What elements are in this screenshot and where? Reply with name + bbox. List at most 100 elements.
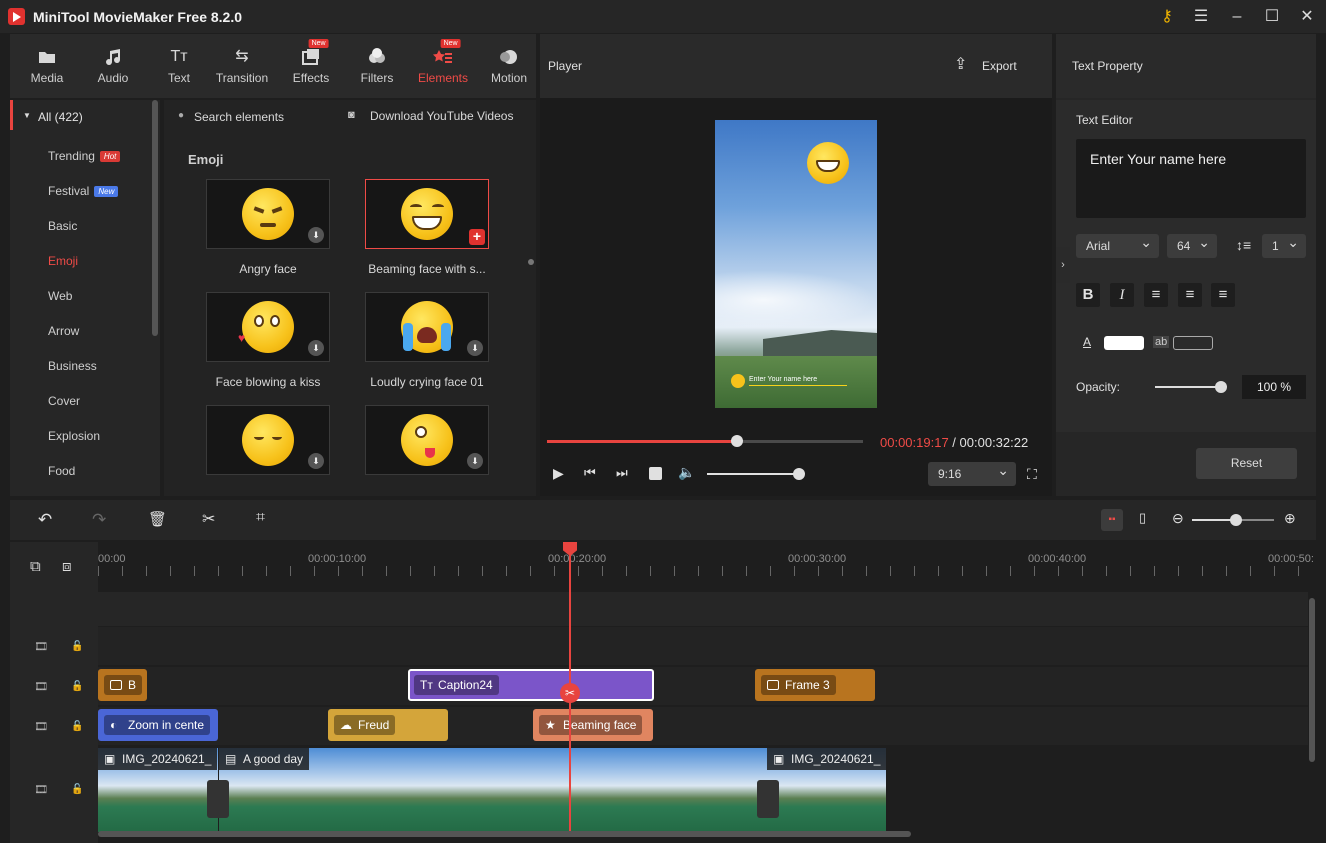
add-element-button[interactable]: + — [469, 229, 485, 245]
zoom-in-icon[interactable]: ⊕ — [1284, 510, 1296, 527]
category-arrow[interactable]: Arrow — [48, 324, 79, 338]
reset-button[interactable]: Reset — [1196, 448, 1297, 479]
volume-track[interactable] — [707, 468, 806, 480]
video-preview[interactable]: Enter Your name here — [715, 120, 877, 408]
clip-freud-filter[interactable]: ☁ Freud — [328, 709, 448, 741]
maximize-button[interactable]: ☐ — [1255, 4, 1289, 29]
play-icon[interactable]: ▶ — [553, 465, 564, 482]
timeline-horizontal-scrollbar[interactable] — [98, 831, 911, 837]
zoom-handle[interactable] — [1230, 514, 1242, 526]
transition-marker[interactable] — [207, 780, 229, 818]
download-icon[interactable]: ⬇ — [467, 453, 483, 469]
export-button[interactable]: Export — [982, 59, 1017, 73]
font-size-dropdown[interactable]: 64 — [1167, 230, 1217, 258]
video-clip[interactable]: ▤ A good day — [219, 748, 767, 832]
time-ruler[interactable]: 00:00 00:00:10:00 00:00:20:00 00:00:30:0… — [98, 542, 1316, 590]
fit-timeline-icon[interactable]: ▯ — [1139, 510, 1146, 526]
clip-zoom-in[interactable]: ◐ Zoom in cente — [98, 709, 218, 741]
track-lock-icon[interactable]: 🔓 — [71, 784, 83, 795]
menu-icon[interactable]: ☰ — [1184, 4, 1218, 29]
clip-beaming-face[interactable]: ★ Beaming face — [533, 709, 653, 741]
minimize-button[interactable]: – — [1220, 4, 1254, 29]
tab-filters[interactable]: Filters — [346, 34, 408, 98]
background-color-swatch[interactable] — [1173, 336, 1213, 350]
delete-icon[interactable]: 🗑 — [148, 510, 167, 528]
volume-icon[interactable]: 🔈 — [678, 464, 695, 481]
video-clip[interactable]: ▣ IMG_20240621_ — [98, 748, 218, 832]
element-tile-beaming-face[interactable]: + — [365, 179, 489, 249]
close-button[interactable]: ✕ — [1290, 4, 1324, 29]
track-lock-icon[interactable]: 🔓 — [71, 721, 83, 732]
category-all[interactable]: All (422) — [38, 110, 83, 124]
text-editor-input[interactable]: Enter Your name here — [1076, 139, 1306, 218]
sidebar-scrollbar[interactable] — [152, 100, 158, 336]
element-tile-face-blowing-kiss[interactable]: ♥ ⬇ — [206, 292, 330, 362]
category-explosion[interactable]: Explosion — [48, 429, 100, 443]
download-icon[interactable]: ⬇ — [308, 227, 324, 243]
category-trending[interactable]: Trending Hot — [48, 149, 121, 163]
download-icon[interactable]: ⬇ — [308, 453, 324, 469]
crop-icon[interactable]: ⌗ — [256, 509, 265, 527]
beaming-face-overlay-icon[interactable] — [807, 142, 849, 184]
track-lock-icon[interactable]: 🔓 — [71, 681, 83, 692]
search-input[interactable]: Search elements — [194, 110, 284, 124]
category-cover[interactable]: Cover — [48, 394, 80, 408]
tab-elements[interactable]: New Elements — [412, 34, 474, 98]
category-festival[interactable]: Festival New — [48, 184, 119, 198]
seek-handle[interactable] — [730, 435, 743, 447]
tab-media[interactable]: Media — [16, 34, 78, 98]
clip-frame-3[interactable]: Frame 3 — [755, 669, 875, 701]
bold-button[interactable]: B — [1076, 283, 1100, 307]
category-business[interactable]: Business — [48, 359, 97, 373]
opacity-value[interactable]: 100 % — [1242, 375, 1306, 399]
tab-text[interactable]: Tт Text — [148, 34, 210, 98]
split-scissors-icon[interactable]: ✂ — [560, 683, 580, 703]
video-clip[interactable]: ▣ IMG_20240621_ — [767, 748, 886, 832]
redo-icon[interactable]: ↷ — [92, 510, 106, 530]
opacity-handle[interactable] — [1215, 381, 1227, 393]
track-lock-icon[interactable]: 🔓 — [71, 641, 83, 652]
download-icon[interactable]: ⬇ — [308, 340, 324, 356]
key-icon[interactable]: ⚷ — [1150, 4, 1184, 29]
add-track-icon[interactable]: ⧉ — [30, 558, 41, 575]
opacity-slider[interactable] — [1155, 381, 1227, 393]
category-emoji[interactable]: Emoji — [48, 254, 78, 268]
clip-frame-b[interactable]: B — [98, 669, 147, 701]
element-tile-loudly-crying-face[interactable]: ⬇ — [365, 292, 489, 362]
category-basic[interactable]: Basic — [48, 219, 77, 233]
tab-effects[interactable]: New Effects — [280, 34, 342, 98]
tab-motion[interactable]: Motion — [478, 34, 540, 98]
caption-overlay-text[interactable]: Enter Your name here — [749, 376, 817, 383]
seek-track[interactable] — [547, 435, 863, 447]
tab-transition[interactable]: ⇆ Transition — [211, 34, 273, 98]
zoom-out-icon[interactable]: ⊖ — [1172, 510, 1184, 527]
element-tile-angry-face[interactable]: ⬇ — [206, 179, 330, 249]
transition-marker[interactable] — [757, 780, 779, 818]
align-left-button[interactable]: ≡ — [1144, 283, 1168, 307]
clip-caption24[interactable]: Tт Caption24 — [408, 669, 654, 701]
line-spacing-dropdown[interactable]: 1 — [1262, 230, 1306, 258]
element-tile-pleading-face[interactable]: ⬇ — [206, 405, 330, 475]
caret-down-icon[interactable]: ▼ — [23, 111, 31, 120]
timeline-vertical-scrollbar[interactable] — [1309, 598, 1315, 762]
category-web[interactable]: Web — [48, 289, 72, 303]
remove-track-icon[interactable]: ⧈ — [62, 558, 72, 575]
category-food[interactable]: Food — [48, 464, 75, 478]
align-center-button[interactable]: ≡ — [1178, 283, 1202, 307]
download-youtube-link[interactable]: Download YouTube Videos — [370, 109, 513, 123]
next-frame-icon[interactable]: ⏭ — [616, 465, 628, 481]
align-right-button[interactable]: ≡ — [1211, 283, 1235, 307]
stop-icon[interactable] — [649, 467, 662, 480]
download-icon[interactable]: ⬇ — [467, 340, 483, 356]
snap-icon[interactable]: ▪▪ — [1101, 509, 1123, 531]
split-scissors-icon[interactable]: ✂ — [202, 509, 215, 529]
aspect-ratio-dropdown[interactable]: 9:16 — [928, 458, 1016, 486]
zoom-slider[interactable] — [1192, 514, 1274, 526]
fullscreen-icon[interactable]: ⛶ — [1027, 466, 1037, 483]
font-color-swatch[interactable] — [1104, 336, 1144, 350]
italic-button[interactable]: I — [1110, 283, 1134, 307]
volume-handle[interactable] — [793, 468, 806, 480]
element-tile-zany-face[interactable]: ⬇ — [365, 405, 489, 475]
collapse-panel-icon[interactable]: › — [1056, 247, 1070, 283]
font-family-dropdown[interactable]: Arial — [1076, 230, 1159, 258]
